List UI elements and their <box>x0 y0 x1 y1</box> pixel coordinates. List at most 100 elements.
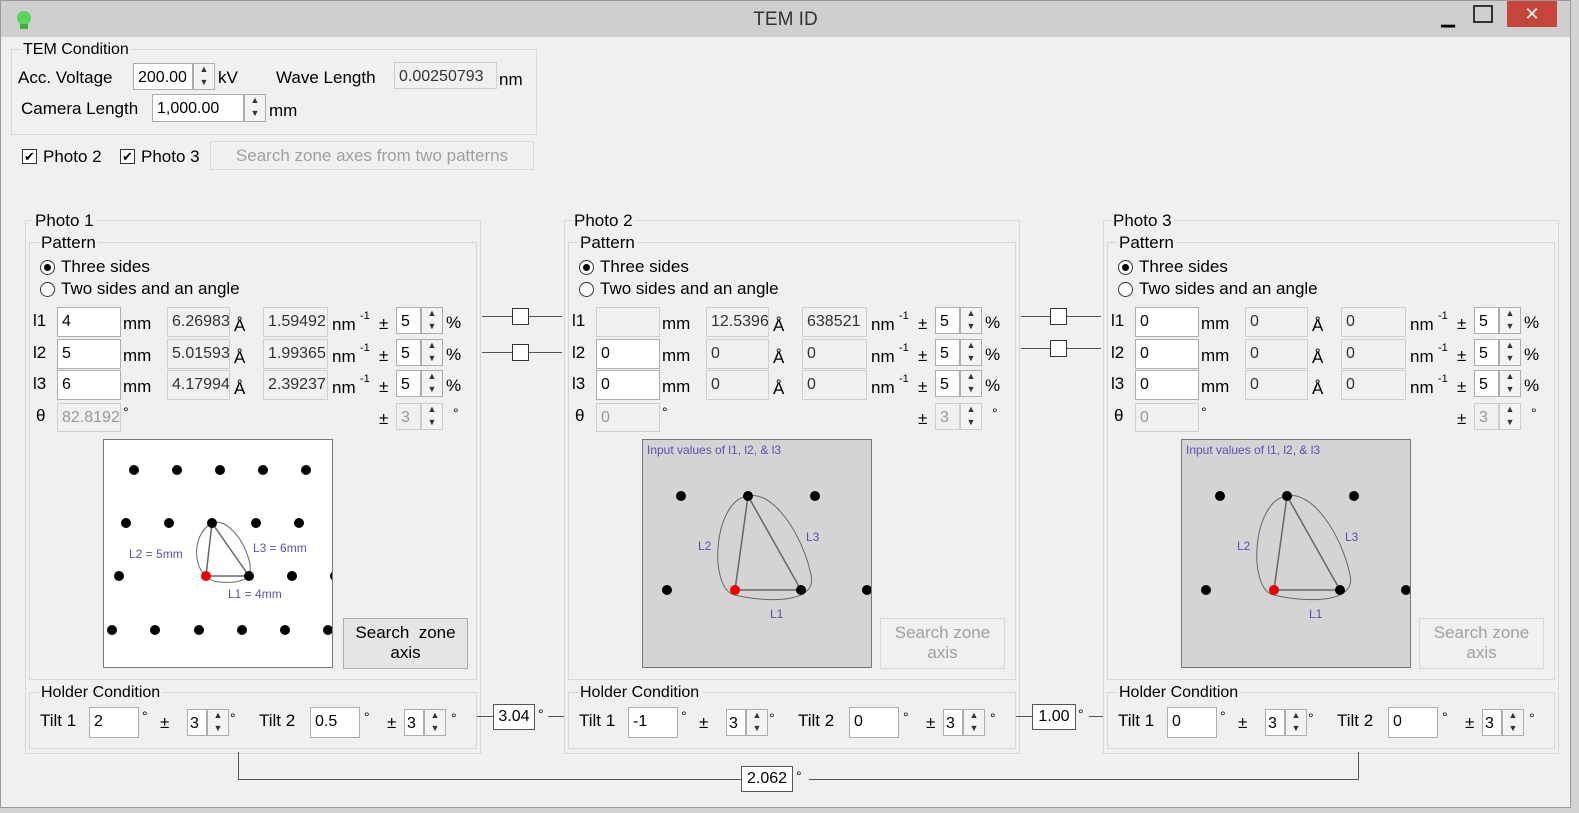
photo2-search-zone-axis-button[interactable]: Search zone axis <box>880 618 1005 669</box>
photo1-tilt2-unit: ° <box>364 709 370 725</box>
search-zone-axis-line2: axis <box>927 643 958 662</box>
photo1-mm-unit: mm <box>123 346 152 365</box>
photo2-pattern-title: Pattern <box>578 233 637 253</box>
photo3-l1-tolerance-spinner[interactable]: ▲ ▼ <box>1499 307 1521 334</box>
search-zone-axis-line1: Search zone <box>355 623 456 642</box>
photo3-l2-tolerance-input[interactable]: 5 <box>1474 339 1499 366</box>
photo3-l3-tolerance-spinner[interactable]: ▲ ▼ <box>1499 370 1521 397</box>
link-checkbox-p2-p3-l1[interactable] <box>1050 308 1067 325</box>
photo1-l1-tolerance-input[interactable]: 5 <box>396 307 421 334</box>
photo2-radio-three-sides[interactable] <box>579 260 594 275</box>
photo2-l1-tolerance-input[interactable]: 5 <box>935 307 960 334</box>
photo2-tilt1-tol-spinner[interactable]: ▲ ▼ <box>746 709 768 736</box>
acc-voltage-input[interactable]: 200.00 <box>133 63 193 90</box>
maximize-icon[interactable] <box>1473 5 1493 23</box>
photo1-tilt1-label: Tilt 1 <box>40 711 77 730</box>
photo2-diagram-l1-label: L1 <box>770 607 784 621</box>
photo2-pct-label: % <box>985 313 1001 332</box>
photo1-tilt1-tol-spinner[interactable]: ▲ ▼ <box>207 709 229 736</box>
angle-p1-p3-value: 2.062 <box>741 766 793 792</box>
photo1-tilt2-tol-input[interactable]: 3 <box>404 709 424 736</box>
photo2-tilt2-unit: ° <box>903 709 909 725</box>
photo3-search-zone-axis-button[interactable]: Search zone axis <box>1419 618 1544 669</box>
photo1-pattern-title: Pattern <box>39 233 98 253</box>
photo1-pm-label: ± <box>379 377 389 396</box>
photo1-tilt2-input[interactable]: 0.5 <box>310 707 360 738</box>
photo1-l3-mm-input[interactable]: 6 <box>57 370 121 400</box>
camera-length-spinner[interactable]: ▲ ▼ <box>244 94 266 122</box>
photo3-tilt1-tol-input[interactable]: 3 <box>1265 709 1285 736</box>
photo3-checkbox[interactable]: ✔ <box>120 149 135 164</box>
photo1-theta-tolerance-field: 3 <box>396 403 421 430</box>
photo2-l2-tolerance-input[interactable]: 5 <box>935 339 960 366</box>
photo3-l3-mm-input[interactable]: 0 <box>1135 370 1199 400</box>
photo1-search-zone-axis-button[interactable]: Search zone axis <box>343 618 468 669</box>
photo1-tilt2-tol-spinner[interactable]: ▲ ▼ <box>424 709 446 736</box>
photo3-l1-tolerance-input[interactable]: 5 <box>1474 307 1499 334</box>
photo3-tilt2-tol-input[interactable]: 3 <box>1482 709 1502 736</box>
link-checkbox-p1-p2-l1[interactable] <box>512 308 529 325</box>
photo3-l2-tolerance-spinner[interactable]: ▲ ▼ <box>1499 339 1521 366</box>
photo2-tilt2-input[interactable]: 0 <box>849 707 899 738</box>
camera-length-input[interactable]: 1,000.00 <box>152 94 244 122</box>
photo3-l1-angstrom-field: 0 <box>1245 307 1308 337</box>
photo1-tilt1-input[interactable]: 2 <box>89 707 139 738</box>
photo2-tilt2-tol-spinner[interactable]: ▲ ▼ <box>963 709 985 736</box>
photo2-theta-label: θ <box>575 406 585 425</box>
photo2-tilt2-pm: ± <box>926 713 936 732</box>
acc-voltage-spinner[interactable]: ▲ ▼ <box>193 63 215 90</box>
photo3-l3-tolerance-input[interactable]: 5 <box>1474 370 1499 397</box>
link-checkbox-p1-p2-l2[interactable] <box>512 344 529 361</box>
photo1-radio-two-sides-angle[interactable] <box>40 282 55 297</box>
photo2-diagram-hint: Input values of l1, l2, & l3 <box>647 443 782 457</box>
link-checkbox-p2-p3-l2[interactable] <box>1050 340 1067 357</box>
photo3-angstrom-unit: Å <box>1312 379 1324 398</box>
photo2-l2-mm-input[interactable]: 0 <box>596 339 660 369</box>
photo3-tilt2-tol-spinner[interactable]: ▲ ▼ <box>1502 709 1524 736</box>
photo1-tilt1-pm: ± <box>160 713 170 732</box>
photo1-l1-mm-input[interactable]: 4 <box>57 307 121 337</box>
photo3-theta-tolerance-spinner[interactable]: ▲ ▼ <box>1499 403 1521 430</box>
photo3-tilt1-tol-spinner[interactable]: ▲ ▼ <box>1285 709 1307 736</box>
photo2-l3-tolerance-spinner[interactable]: ▲ ▼ <box>960 370 982 397</box>
tem-condition-title: TEM Condition <box>21 41 131 59</box>
photo3-l2-mm-input[interactable]: 0 <box>1135 339 1199 369</box>
photo2-tilt1-tol-input[interactable]: 3 <box>726 709 746 736</box>
photo1-theta-tolerance-spinner[interactable]: ▲ ▼ <box>421 403 443 430</box>
photo2-radio-two-sides-angle[interactable] <box>579 282 594 297</box>
photo3-l1-mm-input[interactable]: 0 <box>1135 307 1199 337</box>
photo2-inv-sup: -1 <box>899 342 909 354</box>
photo2-tilt1-input[interactable]: -1 <box>628 707 678 738</box>
photo1-pm-label: ± <box>379 314 389 333</box>
photo2-checkbox[interactable]: ✔ <box>22 149 37 164</box>
photo2-l1-mm-input[interactable] <box>596 307 660 337</box>
photo3-tilt1-input[interactable]: 0 <box>1167 707 1217 738</box>
photo1-l3-tolerance-input[interactable]: 5 <box>396 370 421 397</box>
photo1-l2-angstrom-field: 5.01593 <box>167 339 230 369</box>
close-icon[interactable]: ✕ <box>1507 1 1557 27</box>
photo2-l1-tolerance-spinner[interactable]: ▲ ▼ <box>960 307 982 334</box>
photo2-l3-mm-input[interactable]: 0 <box>596 370 660 400</box>
photo2-theta-tolerance-spinner[interactable]: ▲ ▼ <box>960 403 982 430</box>
photo1-tilt1-tol-input[interactable]: 3 <box>187 709 207 736</box>
photo1-l2-tolerance-spinner[interactable]: ▲ ▼ <box>421 339 443 366</box>
photo2-l2-tolerance-spinner[interactable]: ▲ ▼ <box>960 339 982 366</box>
photo3-radio-three-sides[interactable] <box>1118 260 1133 275</box>
photo1-nm-unit: nm <box>332 315 356 334</box>
photo2-theta-tol-unit: ° <box>992 405 998 421</box>
photo1-radio-three-sides[interactable] <box>40 260 55 275</box>
photo3-theta-pm: ± <box>1457 409 1467 428</box>
photo1-l1-tolerance-spinner[interactable]: ▲ ▼ <box>421 307 443 334</box>
photo3-tilt2-input[interactable]: 0 <box>1388 707 1438 738</box>
minimize-icon[interactable]: ▁ <box>1437 7 1459 27</box>
photo3-radio-two-sides-angle[interactable] <box>1118 282 1133 297</box>
photo3-diagram-l1-label: L1 <box>1309 607 1323 621</box>
photo1-l3-tolerance-spinner[interactable]: ▲ ▼ <box>421 370 443 397</box>
search-two-patterns-button[interactable]: Search zone axes from two patterns <box>210 141 534 170</box>
photo1-l2-mm-input[interactable]: 5 <box>57 339 121 369</box>
photo1-l2-tolerance-input[interactable]: 5 <box>396 339 421 366</box>
photo2-angstrom-unit: Å <box>773 348 785 367</box>
photo2-l3-tolerance-input[interactable]: 5 <box>935 370 960 397</box>
photo2-l3-nm-field: 0 <box>802 370 867 400</box>
photo2-tilt2-tol-input[interactable]: 3 <box>943 709 963 736</box>
